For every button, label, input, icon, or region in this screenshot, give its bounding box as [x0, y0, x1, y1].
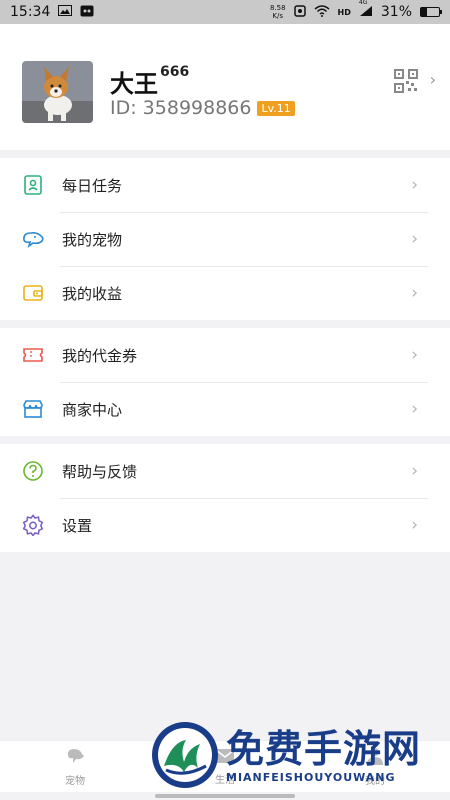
cell-signal-icon: 4G [359, 0, 373, 20]
status-time: 15:34 [10, 4, 51, 20]
hd-label: HD [337, 7, 351, 17]
chevron-right-icon: › [411, 283, 418, 303]
tab-pets[interactable]: 宠物 [0, 741, 150, 792]
watermark-subtitle: MIANFEISHOUYOUWANG [226, 770, 396, 784]
menu-item-label: 商家中心 [62, 400, 123, 419]
menu-group-3: 帮助与反馈 › 设置 › [0, 444, 450, 552]
nfc-icon [293, 4, 306, 20]
menu-item-label: 我的收益 [62, 284, 123, 303]
store-icon [20, 396, 46, 422]
status-bar: 15:34 8.58 K/s HD 4G 31% [0, 0, 450, 24]
level-badge: Lv.11 [257, 100, 295, 116]
help-icon [20, 458, 46, 484]
menu-item-label: 每日任务 [62, 176, 123, 195]
battery-percent: 31% [380, 4, 412, 20]
pet-tab-icon [64, 746, 86, 769]
menu-group-2: 我的代金券 › 商家中心 › [0, 328, 450, 436]
menu-item-settings[interactable]: 设置 › [0, 498, 450, 552]
profile-name-row: 大王 666 [110, 64, 189, 99]
chevron-right-icon: › [411, 175, 418, 195]
home-indicator [155, 794, 295, 798]
menu-item-merchant-center[interactable]: 商家中心 › [0, 382, 450, 436]
menu-item-help-feedback[interactable]: 帮助与反馈 › [0, 444, 450, 498]
chevron-right-icon[interactable]: › [430, 70, 436, 89]
battery-icon [420, 7, 442, 17]
chevron-right-icon: › [411, 399, 418, 419]
site-logo-icon [150, 720, 220, 790]
avatar[interactable] [22, 61, 93, 123]
chevron-right-icon: › [411, 461, 418, 481]
menu-group-1: 每日任务 › 我的宠物 › 我的收益 › [0, 158, 450, 320]
tab-label: 宠物 [65, 776, 85, 787]
chevron-right-icon: › [411, 229, 418, 249]
profile-id-row: ID: 358998866 Lv.11 [110, 97, 295, 119]
wallet-icon [20, 280, 46, 306]
image-notification-icon [58, 5, 73, 19]
profile-name: 大王 [110, 70, 158, 98]
menu-item-label: 帮助与反馈 [62, 462, 138, 481]
menu-item-daily-tasks[interactable]: 每日任务 › [0, 158, 450, 212]
profile-name-suffix: 666 [160, 64, 190, 80]
chevron-right-icon: › [411, 345, 418, 365]
wechat-notification-icon [80, 5, 94, 20]
wifi-icon [314, 4, 330, 20]
user-id: ID: 358998866 [110, 97, 252, 119]
qr-code-icon[interactable] [394, 69, 418, 93]
watermark-title: 免费手游网 [226, 726, 422, 771]
menu-item-label: 设置 [62, 516, 93, 535]
pet-icon [20, 226, 46, 252]
menu-item-my-pets[interactable]: 我的宠物 › [0, 212, 450, 266]
menu-item-label: 我的宠物 [62, 230, 123, 249]
menu-item-label: 我的代金券 [62, 346, 138, 365]
task-badge-icon [20, 172, 46, 198]
menu-item-my-coupons[interactable]: 我的代金券 › [0, 328, 450, 382]
chevron-right-icon: › [411, 515, 418, 535]
profile-header[interactable]: 大王 666 ID: 358998866 Lv.11 › [0, 24, 450, 150]
site-watermark: 免费手游网 MIANFEISHOUYOUWANG [150, 710, 450, 800]
coupon-icon [20, 342, 46, 368]
settings-gear-icon [20, 512, 46, 538]
menu-item-my-earnings[interactable]: 我的收益 › [0, 266, 450, 320]
network-speed: 8.58 K/s [269, 4, 286, 20]
